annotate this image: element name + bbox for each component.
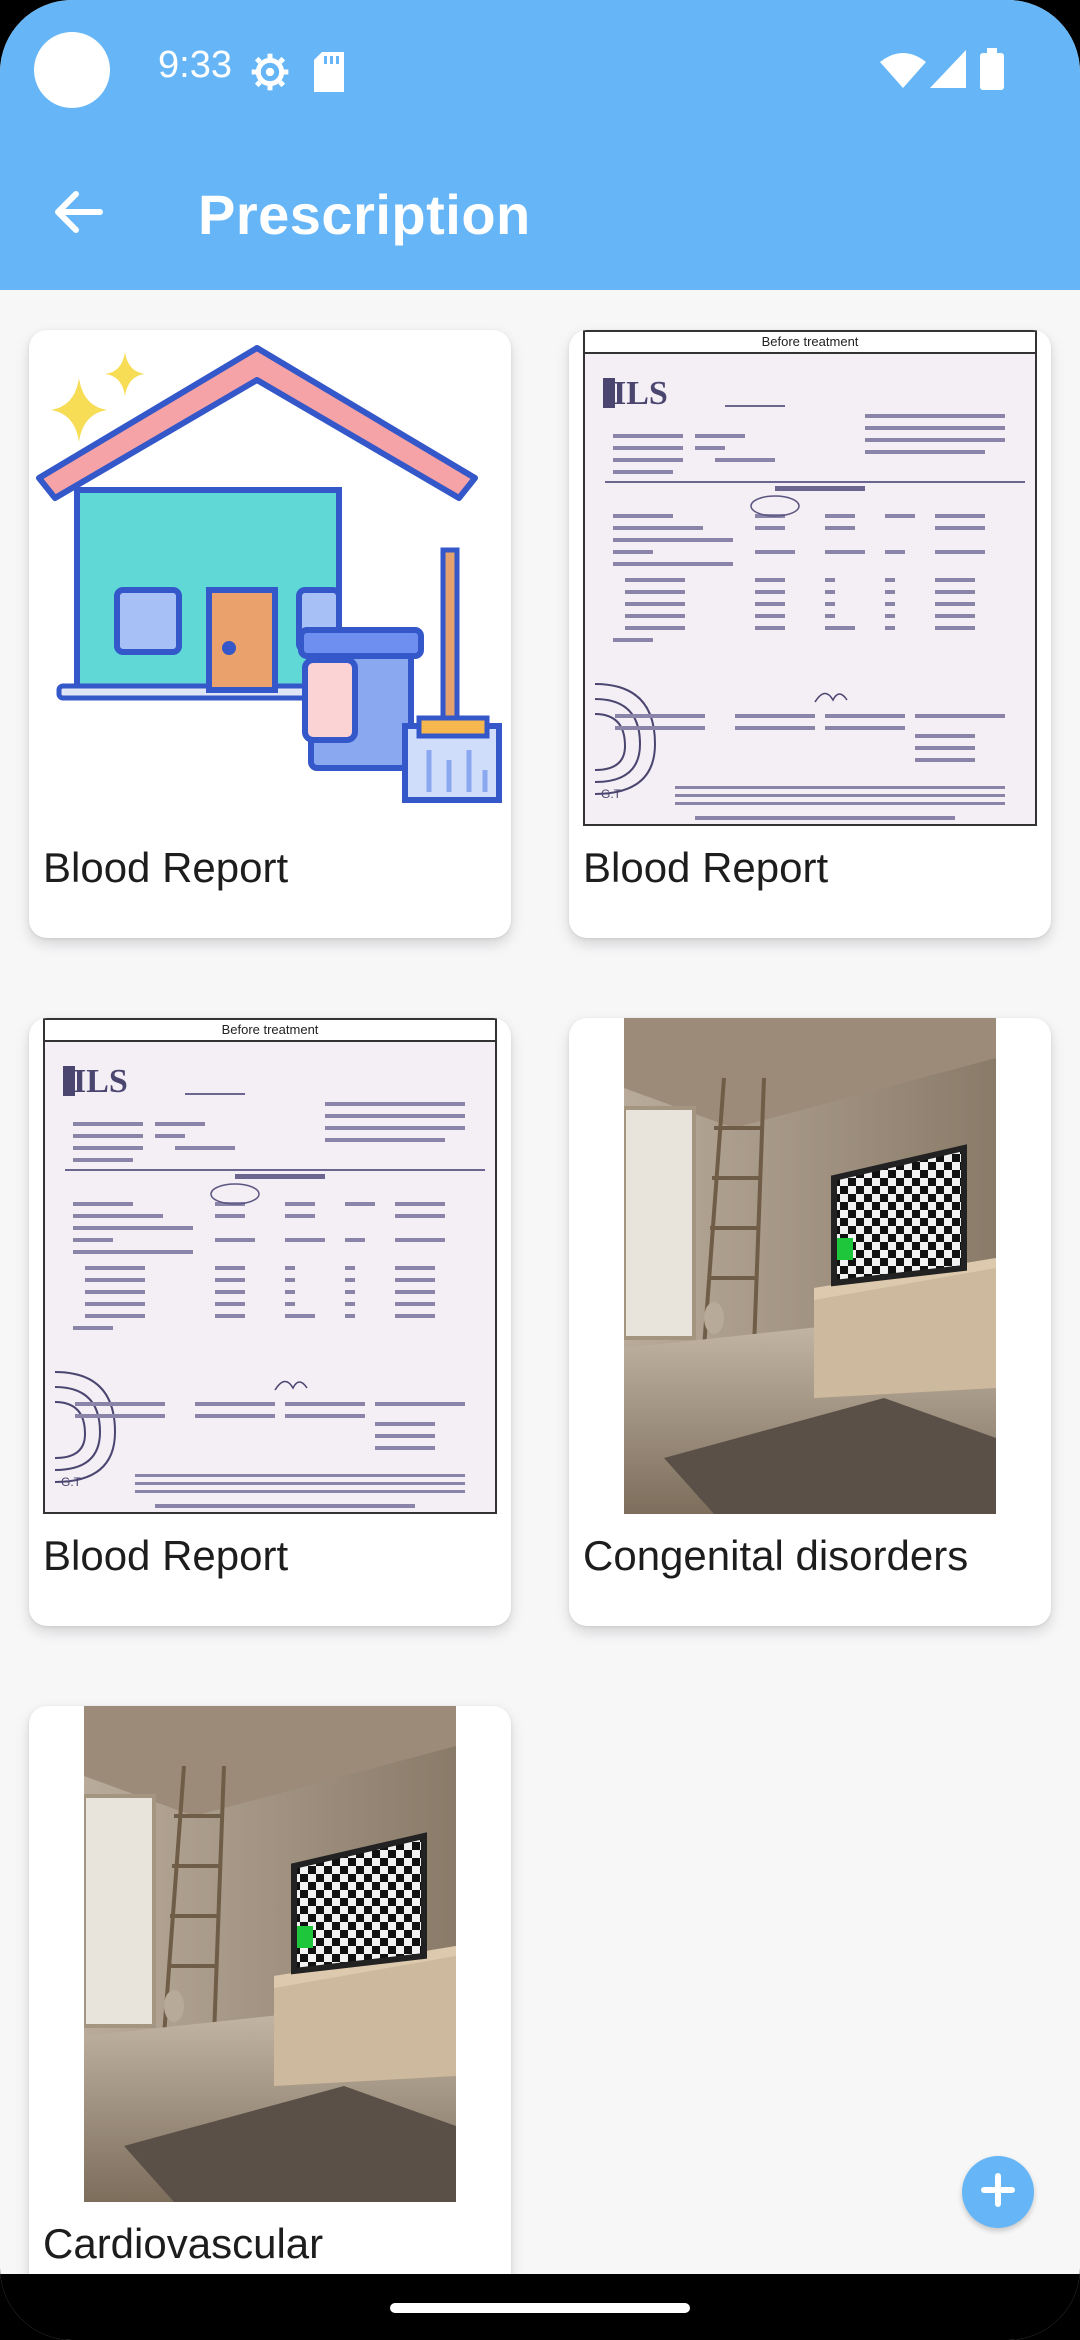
card-title: Blood Report (583, 844, 829, 891)
card-title: Blood Report (43, 1532, 289, 1579)
card-title: Congenital disorders (583, 1532, 969, 1579)
lab-report-image: Before treatment ILS G.T (43, 1018, 497, 1514)
card-title: Blood Report (43, 844, 289, 891)
svg-text:ILS: ILS (613, 375, 668, 412)
signal-icon (930, 50, 966, 93)
record-card[interactable]: Before treatment ILS G.T Blood Report (29, 1018, 511, 1626)
card-title: Cardiovascular (43, 2220, 324, 2267)
wifi-icon (880, 52, 926, 93)
sd-card-icon (314, 52, 344, 97)
svg-text:ILS: ILS (73, 1063, 128, 1100)
card-image: Before treatment ILS G.T (569, 330, 1051, 826)
room-tv-photo (624, 1018, 996, 1514)
record-card[interactable]: Congenital disorders (569, 1018, 1051, 1626)
arrow-left-icon (52, 190, 104, 239)
screen: 9:33 Prescription Blood Report Before tr… (0, 0, 1080, 2340)
page-title: Prescription (198, 183, 531, 246)
home-gesture-handle[interactable] (390, 2303, 690, 2313)
gear-icon (250, 52, 290, 97)
status-time: 9:33 (158, 44, 232, 86)
app-bar: 9:33 Prescription (0, 0, 1080, 290)
svg-text:G.T: G.T (601, 787, 622, 801)
plus-icon (980, 2172, 1016, 2213)
add-record-button[interactable] (962, 2156, 1034, 2228)
card-image (569, 1018, 1051, 1514)
svg-text:G.T: G.T (61, 1475, 82, 1489)
report-caption: Before treatment (585, 332, 1035, 354)
record-card[interactable]: Cardiovascular (29, 1706, 511, 2306)
battery-icon (980, 48, 1004, 95)
room-tv-photo (84, 1706, 456, 2202)
back-button[interactable] (40, 176, 116, 252)
card-image (29, 330, 511, 826)
lab-report-image: Before treatment ILS G.T (583, 330, 1037, 826)
report-caption: Before treatment (45, 1020, 495, 1042)
record-card[interactable]: Blood Report (29, 330, 511, 938)
card-image: Before treatment ILS G.T (29, 1018, 511, 1514)
card-image (29, 1706, 511, 2202)
house-illustration (36, 345, 502, 803)
camera-cutout (34, 32, 110, 108)
record-card[interactable]: Before treatment ILS G.T Blood Report (569, 330, 1051, 938)
